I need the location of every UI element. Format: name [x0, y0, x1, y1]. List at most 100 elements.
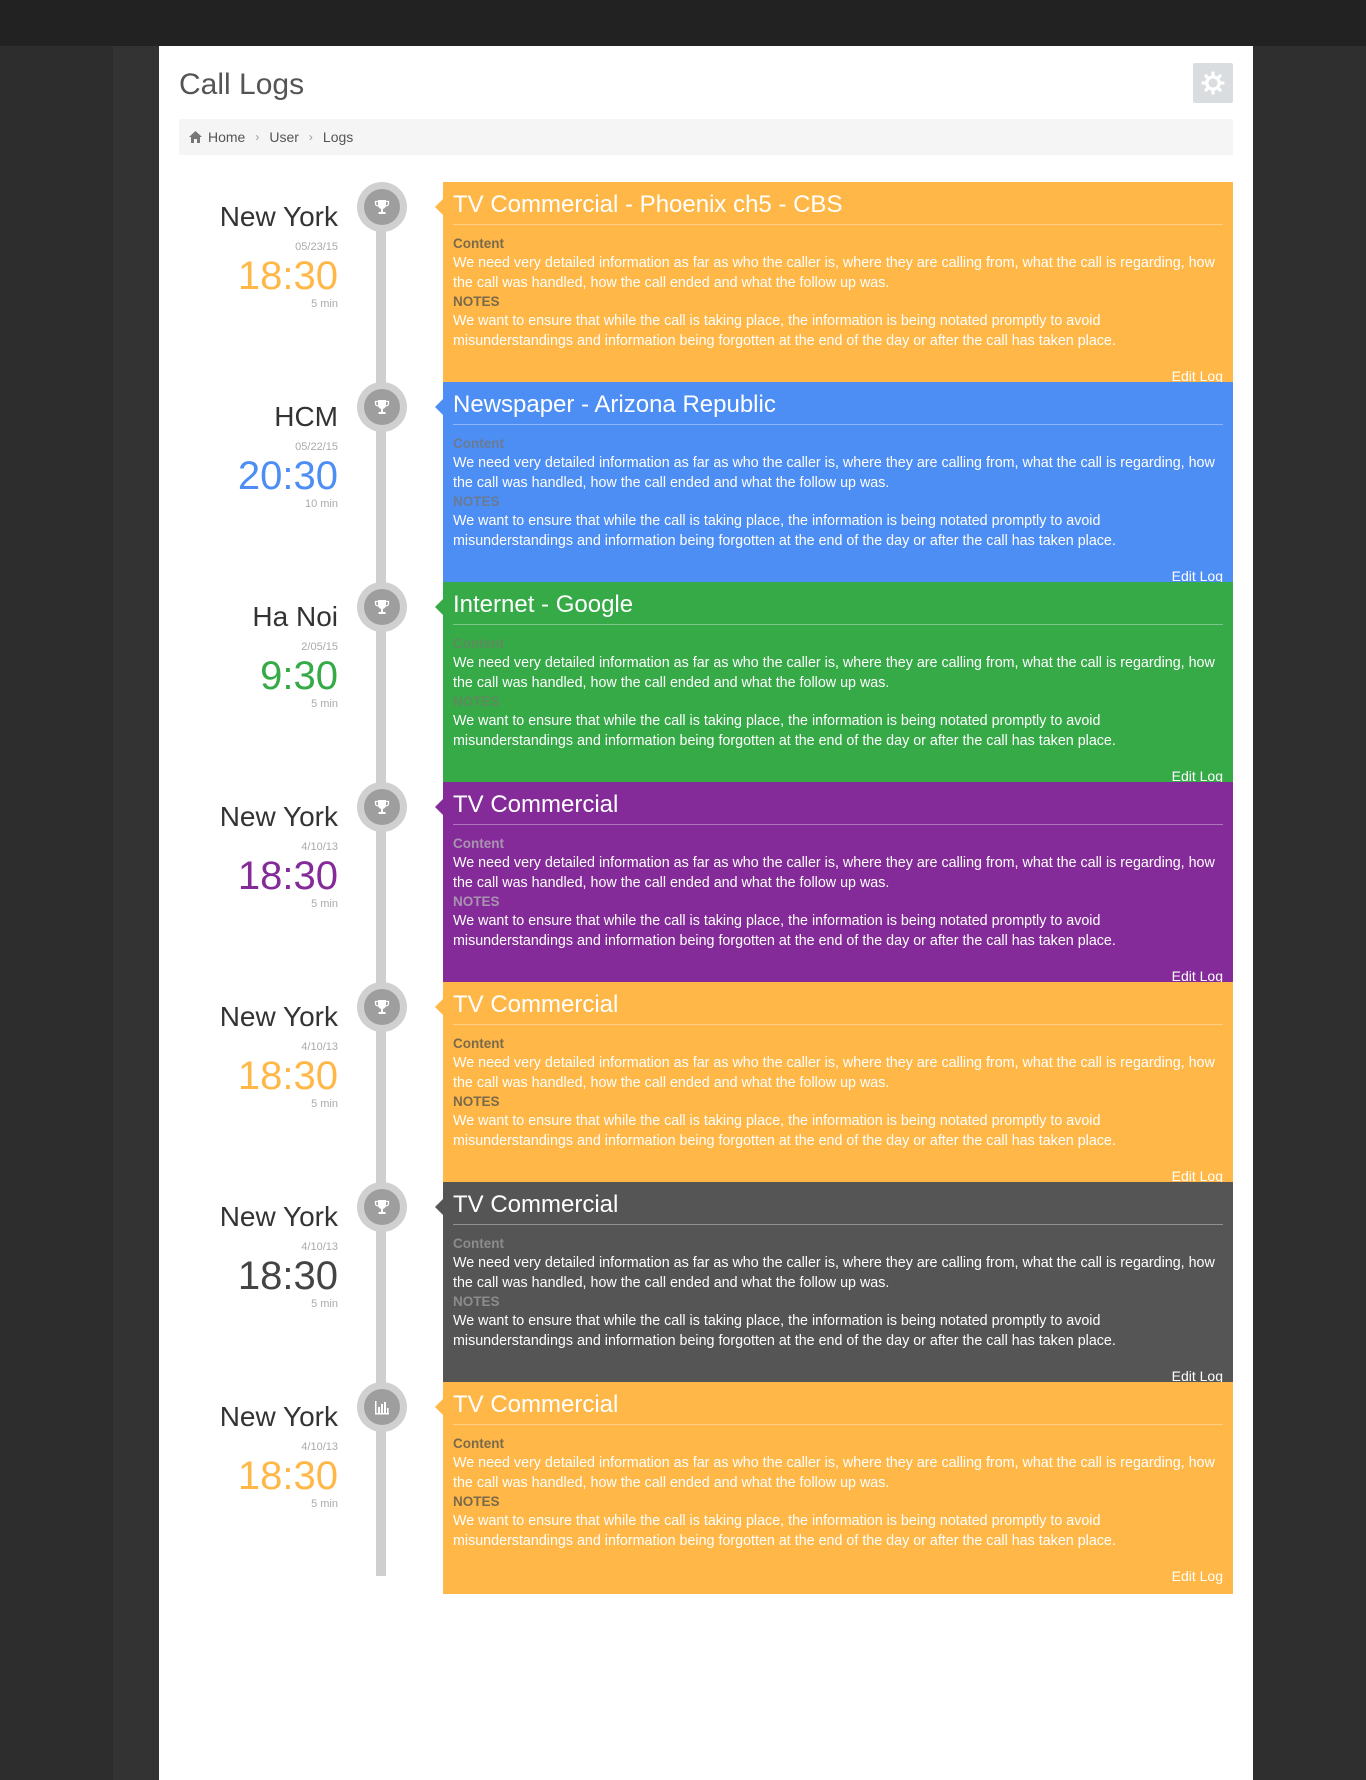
- notes-text: We want to ensure that while the call is…: [453, 313, 1116, 349]
- gear-icon: [1201, 71, 1225, 95]
- content-text: We need very detailed information as far…: [453, 1255, 1215, 1291]
- top-bar: [0, 0, 1366, 46]
- trophy-icon: [374, 1000, 390, 1014]
- entry-city: New York: [219, 1001, 338, 1032]
- trophy-icon: [374, 400, 390, 414]
- entry-meta: Ha Noi 2/05/15 9:30 5 min: [179, 598, 338, 710]
- entry-meta: New York 05/23/15 18:30 5 min: [179, 198, 338, 310]
- card-title: TV Commercial: [453, 790, 1223, 825]
- notes-text: We want to ensure that while the call is…: [453, 1313, 1116, 1349]
- breadcrumb-home-label: Home: [208, 129, 246, 145]
- right-gutter: [1253, 46, 1366, 1780]
- notes-label: NOTES: [453, 1294, 500, 1309]
- timeline-entry: New York 05/23/15 18:30 5 min TV Commerc…: [159, 182, 1253, 396]
- notes-text: We want to ensure that while the call is…: [453, 1513, 1116, 1549]
- entry-duration: 5 min: [311, 698, 338, 710]
- page-title: Call Logs: [179, 68, 305, 101]
- trophy-icon: [374, 800, 390, 814]
- entry-city: New York: [219, 801, 338, 832]
- breadcrumb-home[interactable]: Home: [189, 129, 245, 145]
- timeline-node: [357, 1182, 407, 1232]
- entry-duration: 5 min: [311, 1498, 338, 1510]
- entry-meta: HCM 05/22/15 20:30 10 min: [179, 398, 338, 510]
- log-card: TV Commercial Content We need very detai…: [435, 782, 1233, 994]
- card-pointer: [435, 999, 443, 1015]
- settings-button[interactable]: [1193, 63, 1233, 103]
- trophy-icon: [374, 200, 390, 214]
- node-icon-wrap: [364, 789, 400, 825]
- entry-duration: 10 min: [304, 498, 338, 510]
- entry-time: 18:30: [237, 254, 338, 298]
- content-label: Content: [453, 236, 504, 251]
- card-pointer: [435, 399, 443, 415]
- breadcrumb-separator-icon: ›: [255, 130, 260, 144]
- content-text: We need very detailed information as far…: [453, 255, 1215, 291]
- entry-meta: New York 4/10/13 18:30 5 min: [179, 1398, 338, 1510]
- notes-text: We want to ensure that while the call is…: [453, 513, 1116, 549]
- entry-time: 9:30: [260, 654, 338, 698]
- main-panel: Call Logs Home › User › Logs New York 05…: [159, 46, 1253, 1780]
- breadcrumb-separator-icon: ›: [308, 130, 313, 144]
- card-title: TV Commercial - Phoenix ch5 - CBS: [453, 190, 1223, 225]
- entry-meta: New York 4/10/13 18:30 5 min: [179, 1198, 338, 1310]
- card-title: TV Commercial: [453, 1390, 1223, 1425]
- timeline-node: [357, 1382, 407, 1432]
- card-pointer: [435, 199, 443, 215]
- entry-city: Ha Noi: [252, 601, 338, 632]
- card-pointer: [435, 1399, 443, 1415]
- content-text: We need very detailed information as far…: [453, 655, 1215, 691]
- breadcrumb-logs-label: Logs: [322, 129, 354, 145]
- notes-text: We want to ensure that while the call is…: [453, 913, 1116, 949]
- content-label: Content: [453, 436, 504, 451]
- entry-meta: New York 4/10/13 18:30 5 min: [179, 798, 338, 910]
- entry-city: New York: [219, 1401, 338, 1432]
- content-text: We need very detailed information as far…: [453, 855, 1215, 891]
- trophy-icon: [374, 600, 390, 614]
- notes-label: NOTES: [453, 694, 500, 709]
- home-icon: [189, 131, 202, 143]
- entry-duration: 5 min: [311, 298, 338, 310]
- notes-label: NOTES: [453, 1494, 500, 1509]
- content-text: We need very detailed information as far…: [453, 1455, 1215, 1491]
- entry-date: 4/10/13: [301, 841, 338, 853]
- entry-time: 20:30: [237, 454, 338, 498]
- card-pointer: [435, 1199, 443, 1215]
- content-label: Content: [453, 636, 504, 651]
- node-icon-wrap: [364, 389, 400, 425]
- edit-log-link[interactable]: Edit Log: [1172, 1568, 1223, 1584]
- breadcrumb-logs[interactable]: Logs: [323, 129, 353, 145]
- breadcrumb-user[interactable]: User: [269, 129, 299, 145]
- log-card: TV Commercial Content We need very detai…: [435, 1382, 1233, 1594]
- content-text: We need very detailed information as far…: [453, 455, 1215, 491]
- timeline-node: [357, 982, 407, 1032]
- entry-city: HCM: [274, 401, 338, 432]
- trophy-icon: [374, 1200, 390, 1214]
- card-pointer: [435, 799, 443, 815]
- timeline-node: [357, 782, 407, 832]
- content-label: Content: [453, 1436, 504, 1451]
- card-title: TV Commercial: [453, 1190, 1223, 1225]
- log-card: TV Commercial Content We need very detai…: [435, 1182, 1233, 1394]
- card-title: Newspaper - Arizona Republic: [453, 390, 1223, 425]
- entry-date: 4/10/13: [301, 1441, 338, 1453]
- breadcrumb: Home › User › Logs: [179, 119, 1233, 155]
- notes-label: NOTES: [453, 1094, 500, 1109]
- entry-duration: 5 min: [311, 1098, 338, 1110]
- node-icon-wrap: [364, 589, 400, 625]
- timeline-entry: HCM 05/22/15 20:30 10 min Newspaper - Ar…: [159, 382, 1253, 596]
- timeline-entry: New York 4/10/13 18:30 5 min TV Commerci…: [159, 1382, 1253, 1596]
- content-label: Content: [453, 836, 504, 851]
- timeline-node: [357, 382, 407, 432]
- log-card: TV Commercial - Phoenix ch5 - CBS Conten…: [435, 182, 1233, 394]
- entry-date: 2/05/15: [301, 641, 338, 653]
- card-pointer: [435, 599, 443, 615]
- left-sidebar: [0, 46, 113, 1780]
- notes-label: NOTES: [453, 894, 500, 909]
- card-title: Internet - Google: [453, 590, 1223, 625]
- entry-date: 05/22/15: [295, 441, 338, 453]
- log-card: Newspaper - Arizona Republic Content We …: [435, 382, 1233, 594]
- entry-date: 05/23/15: [295, 241, 338, 253]
- node-icon-wrap: [364, 189, 400, 225]
- notes-label: NOTES: [453, 294, 500, 309]
- content-text: We need very detailed information as far…: [453, 1055, 1215, 1091]
